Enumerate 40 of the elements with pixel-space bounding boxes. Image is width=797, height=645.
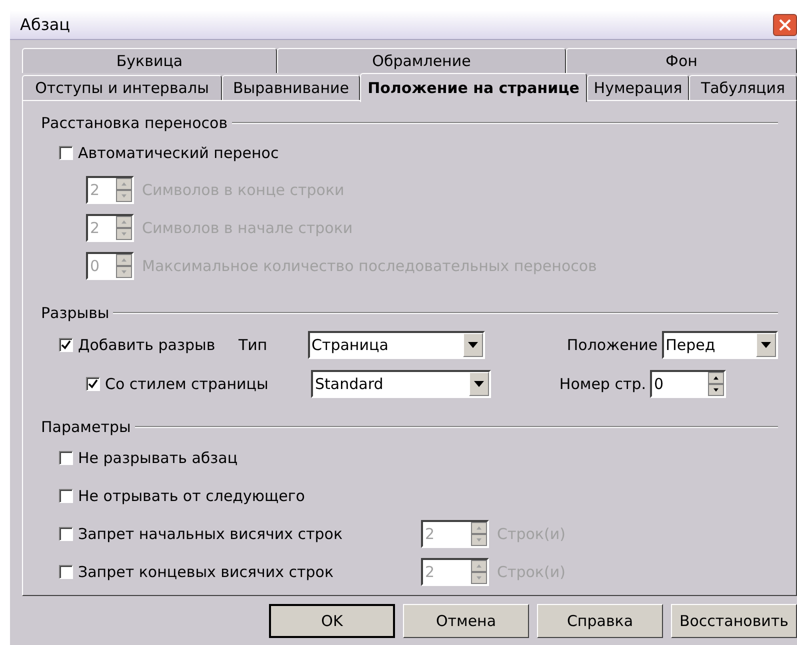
tab[interactable]: Фон xyxy=(566,48,797,73)
dropdown[interactable]: Перед xyxy=(662,331,778,359)
checkbox-label: Со стилем страницы xyxy=(105,374,268,395)
tab[interactable]: Отступы и интервалы xyxy=(22,75,222,100)
dialog-button[interactable]: OK xyxy=(269,604,395,638)
dialog-button[interactable]: Справка xyxy=(537,604,663,638)
dropdown[interactable]: Standard xyxy=(311,370,491,398)
checkbox[interactable] xyxy=(59,565,73,579)
checkbox-label: Не разрывать абзац xyxy=(78,448,238,469)
tab[interactable]: Положение на странице xyxy=(360,73,587,102)
checkbox-label: Автоматический перенос xyxy=(78,142,279,164)
checkbox[interactable] xyxy=(86,377,100,391)
spin-arrows-icon[interactable] xyxy=(708,372,724,396)
checkbox[interactable] xyxy=(59,338,73,352)
spin-field[interactable]: 0 xyxy=(650,370,726,398)
checkbox[interactable] xyxy=(59,146,73,160)
window-title: Абзац xyxy=(20,14,72,36)
checkbox-label: Запрет концевых висячих строк xyxy=(78,562,334,583)
tab[interactable]: Буквица xyxy=(22,48,277,73)
tab[interactable]: Выравнивание xyxy=(222,75,360,100)
dialog-button[interactable]: Восстановить xyxy=(671,604,797,638)
section-heading: Расстановка переносов xyxy=(41,112,228,134)
dropdown[interactable]: Страница xyxy=(308,331,486,359)
field-label: Тип xyxy=(238,334,268,356)
section-heading: Параметры xyxy=(41,416,131,438)
close-button[interactable] xyxy=(773,14,797,36)
checkbox[interactable] xyxy=(59,527,73,541)
tab[interactable]: Обрамление xyxy=(277,48,566,73)
section-heading: Разрывы xyxy=(41,302,110,324)
tab[interactable]: Нумерация xyxy=(587,75,689,100)
checkbox-label: Не отрывать от следующего xyxy=(78,486,305,507)
close-icon xyxy=(778,18,792,32)
tab[interactable]: Табуляция xyxy=(689,75,797,100)
checkbox[interactable] xyxy=(59,489,73,503)
dialog-button[interactable]: Отмена xyxy=(403,604,529,638)
field-label: Номер стр. xyxy=(558,374,647,395)
checkbox-label: Добавить разрыв xyxy=(78,334,216,356)
checkbox-label: Запрет начальных висячих строк xyxy=(78,524,343,545)
checkbox[interactable] xyxy=(59,451,73,465)
field-label: Положение xyxy=(566,334,659,356)
